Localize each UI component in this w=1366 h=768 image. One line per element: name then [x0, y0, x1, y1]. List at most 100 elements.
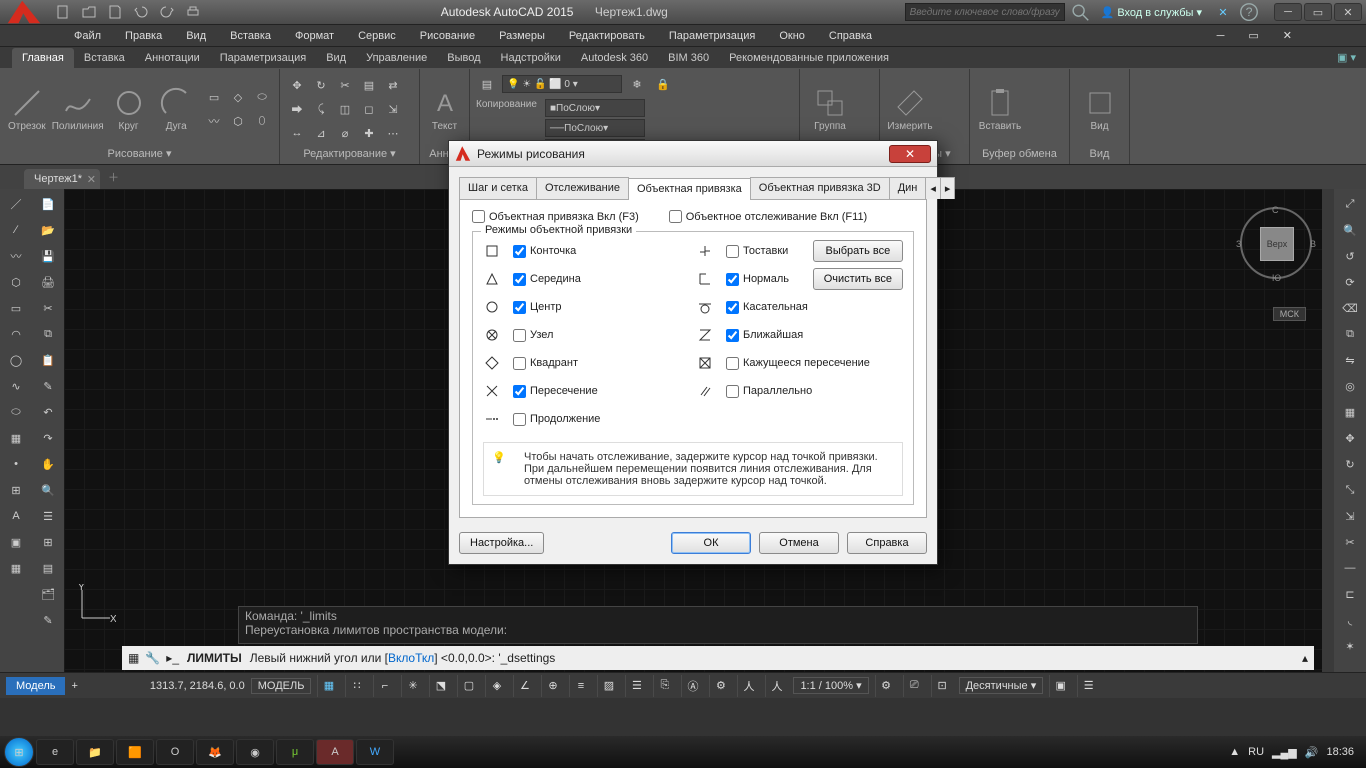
sb-extra2-icon[interactable]: 人	[737, 675, 759, 697]
snap-nearest-checkbox[interactable]: Ближайшая	[726, 329, 903, 342]
tb-opera-icon[interactable]: O	[156, 739, 194, 765]
ribtab-addins[interactable]: Надстройки	[491, 48, 571, 68]
ribtab-insert[interactable]: Вставка	[74, 48, 135, 68]
layer-freeze-icon[interactable]: ❄	[626, 73, 648, 95]
btn-line[interactable]: Отрезок	[6, 87, 48, 132]
tb-zoomprev-icon[interactable]: ↺	[1338, 245, 1362, 267]
qat-redo-icon[interactable]	[156, 1, 178, 23]
tb-new-icon[interactable]: 📄	[36, 193, 60, 215]
layout-add-icon[interactable]: +	[71, 680, 77, 692]
command-line[interactable]: ▦ 🔧 ▸_ ЛИМИТЫ Левый нижний угол или [Вкл…	[122, 646, 1314, 670]
tabs-scroll-left-icon[interactable]: ◂	[925, 177, 941, 199]
qat-undo-icon[interactable]	[130, 1, 152, 23]
ribtab-featured[interactable]: Рекомендованные приложения	[719, 48, 899, 68]
panel-clipboard-label[interactable]: Буфер обмена	[976, 146, 1063, 164]
tb-text-icon[interactable]: A	[4, 505, 28, 527]
tb-pan-icon[interactable]: ✋	[36, 453, 60, 475]
tb-cut-icon[interactable]: ✂	[36, 297, 60, 319]
select-all-button[interactable]: Выбрать все	[813, 240, 903, 262]
tb-table-icon[interactable]: ▦	[4, 557, 28, 579]
layer-props-icon[interactable]: ▤	[476, 73, 498, 95]
maximize-button[interactable]: ▭	[1304, 3, 1332, 21]
snap-apparent-checkbox[interactable]: Кажущееся пересечение	[726, 357, 903, 370]
tb-chrome-icon[interactable]: ◉	[236, 739, 274, 765]
ribtab-home[interactable]: Главная	[12, 48, 74, 68]
tb-array-icon[interactable]: ▦	[1338, 401, 1362, 423]
snap-endpoint-checkbox[interactable]: Конточка	[513, 245, 690, 258]
mdi-minimize-icon[interactable]: ─	[1205, 27, 1237, 45]
tb-autocad-icon[interactable]: A	[316, 739, 354, 765]
sb-tr-icon[interactable]: ▨	[597, 675, 619, 697]
tb-match-icon[interactable]: ✎	[36, 375, 60, 397]
help-search-input[interactable]	[905, 3, 1065, 21]
tb-stretch-icon[interactable]: ⇲	[1338, 505, 1362, 527]
scrollbar-vert[interactable]	[1322, 189, 1334, 672]
menu-file[interactable]: Файл	[62, 27, 113, 45]
snap-intersection-checkbox[interactable]: Пересечение	[513, 385, 690, 398]
layer-lock-icon[interactable]: 🔒	[652, 73, 674, 95]
tb-break-icon[interactable]: ⊏	[1338, 583, 1362, 605]
cmd-run-icon[interactable]: ▸_	[166, 651, 179, 665]
anno-scale-dropdown[interactable]: 1:1 / 100% ▾	[793, 677, 868, 694]
osnap-on-checkbox[interactable]: Объектная привязка Вкл (F3)	[472, 210, 639, 223]
snap-parallel-checkbox[interactable]: Параллельно	[726, 385, 903, 398]
cmd-toggle-icon[interactable]: ▦	[128, 651, 139, 665]
tab-polar[interactable]: Отслеживание	[536, 177, 629, 199]
tb-tp-icon[interactable]: ▤	[36, 557, 60, 579]
dialog-titlebar[interactable]: Режимы рисования ✕	[449, 141, 937, 167]
sb-mon-icon[interactable]: ⎚	[903, 675, 925, 697]
tb-xline-icon[interactable]: ∕	[4, 219, 28, 241]
sb-snap-icon[interactable]: ∷	[345, 675, 367, 697]
close-button[interactable]: ✕	[1334, 3, 1362, 21]
tb-fillet-icon[interactable]: ◟	[1338, 609, 1362, 631]
menu-window[interactable]: Окно	[767, 27, 817, 45]
btn-arc[interactable]: Дуга	[155, 87, 197, 132]
command-history[interactable]: Команда: '_limits Переустановка лимитов …	[238, 606, 1198, 644]
sb-sc-icon[interactable]: ⎘	[653, 675, 675, 697]
tb-zoomwin-icon[interactable]: 🔍	[1338, 219, 1362, 241]
menu-edit[interactable]: Правка	[113, 27, 174, 45]
menu-tools[interactable]: Сервис	[346, 27, 408, 45]
menu-help[interactable]: Справка	[817, 27, 884, 45]
sb-clean-icon[interactable]: ▣	[1049, 675, 1071, 697]
ribtab-a360[interactable]: Autodesk 360	[571, 48, 658, 68]
tb-ut-icon[interactable]: μ	[276, 739, 314, 765]
exchange-icon[interactable]: ✕	[1212, 1, 1234, 23]
tb-trim-icon[interactable]: ✂	[1338, 531, 1362, 553]
btn-group[interactable]: Группа	[806, 87, 854, 132]
tb-paste-icon[interactable]: 📋	[36, 349, 60, 371]
viewcube-face[interactable]: Верх	[1260, 227, 1294, 261]
tab-snap-grid[interactable]: Шаг и сетка	[459, 177, 537, 199]
sb-otrack-icon[interactable]: ∠	[513, 675, 535, 697]
tab-3d-osnap[interactable]: Объектная привязка 3D	[750, 177, 890, 199]
menu-format[interactable]: Формат	[283, 27, 346, 45]
tb-ie-icon[interactable]: e	[36, 739, 74, 765]
viewcube[interactable]: Верх С В Ю З	[1240, 207, 1312, 279]
snap-extension-checkbox[interactable]: Продолжение	[513, 413, 690, 426]
app-logo-icon[interactable]	[6, 0, 42, 25]
ucs-label[interactable]: МСК	[1273, 307, 1306, 321]
units-dropdown[interactable]: Десятичные ▾	[959, 677, 1044, 694]
tb-explorer-icon[interactable]: 📁	[76, 739, 114, 765]
snap-node-checkbox[interactable]: Узел	[513, 329, 690, 342]
tb-rect-icon[interactable]: ▭	[4, 297, 28, 319]
tb-zoom-icon[interactable]: 🔍	[36, 479, 60, 501]
tb-region-icon[interactable]: ▣	[4, 531, 28, 553]
ribtab-param[interactable]: Параметризация	[210, 48, 316, 68]
tb-move2-icon[interactable]: ✥	[1338, 427, 1362, 449]
layout-tab-model[interactable]: Модель	[6, 677, 65, 695]
sb-extra3-icon[interactable]: 人	[765, 675, 787, 697]
sb-3dosnap-icon[interactable]: ◈	[485, 675, 507, 697]
tray-net-icon[interactable]: ▂▄▆	[1272, 746, 1297, 759]
sb-custom-icon[interactable]: ☰	[1077, 675, 1099, 697]
tb-point-icon[interactable]: •	[4, 453, 28, 475]
search-icon[interactable]	[1069, 1, 1091, 23]
tb-block-icon[interactable]: ⊞	[4, 479, 28, 501]
ribtab-output[interactable]: Вывод	[437, 48, 490, 68]
start-button[interactable]: ⊞	[4, 737, 34, 767]
snap-midpoint-checkbox[interactable]: Середина	[513, 273, 690, 286]
mdi-close-icon[interactable]: ✕	[1271, 26, 1304, 45]
tb-arc-icon[interactable]: ◠	[4, 323, 28, 345]
sb-ann-icon[interactable]: Ⓐ	[681, 675, 703, 697]
color-dropdown[interactable]: ■ ПоСлою ▾	[545, 99, 645, 117]
